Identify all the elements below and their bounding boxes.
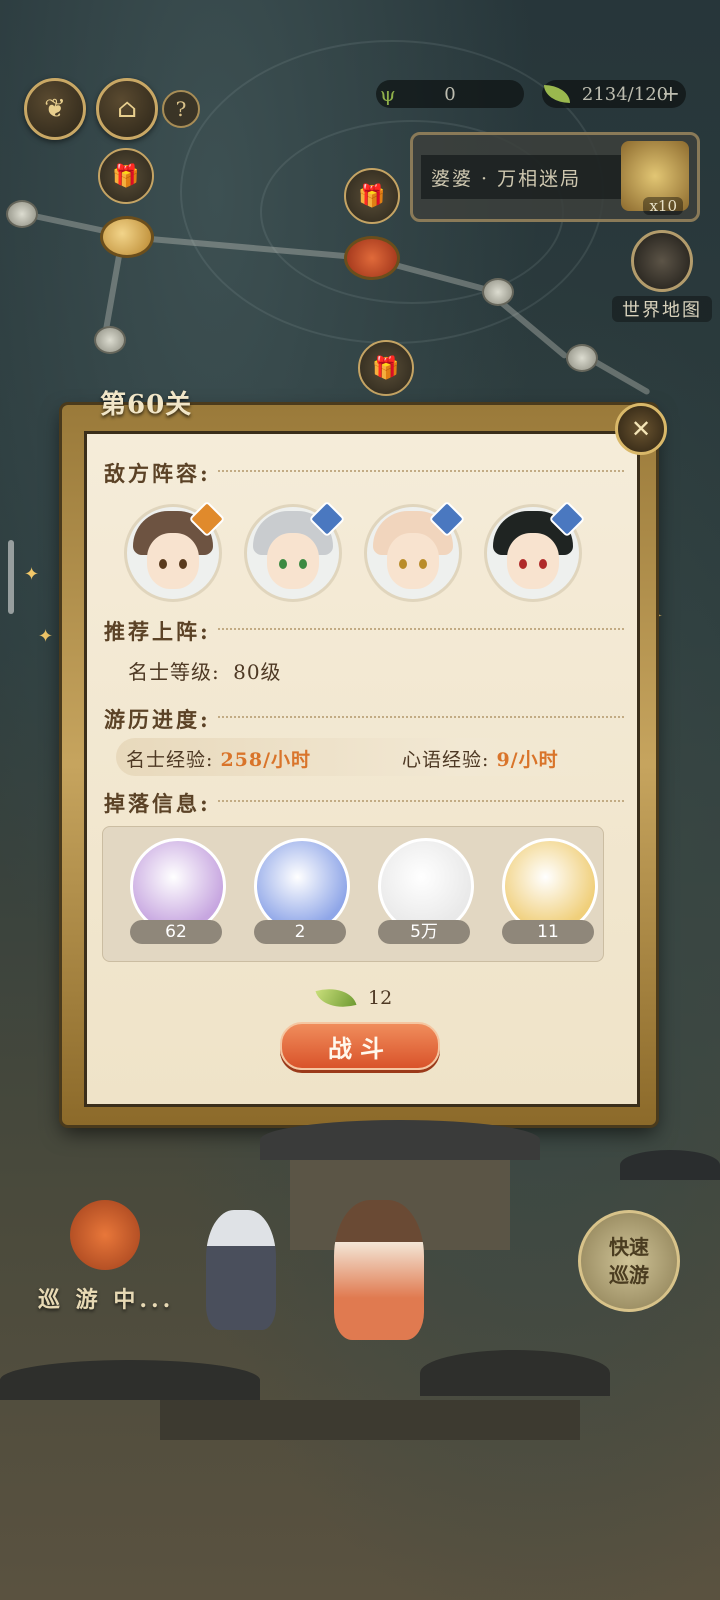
world-map-label: 世界地图 bbox=[612, 296, 712, 322]
drop-count: 62 bbox=[130, 920, 222, 944]
eye bbox=[179, 559, 187, 569]
drop-count: 11 bbox=[502, 920, 594, 944]
event-card[interactable]: 婆婆 · 万相迷局 x10 bbox=[410, 132, 700, 222]
recommended-level: 名士等级: 80级 bbox=[128, 656, 282, 685]
eye bbox=[279, 559, 287, 569]
building-roof bbox=[620, 1150, 720, 1180]
boss-node-icon[interactable] bbox=[344, 236, 400, 280]
divider bbox=[218, 716, 624, 718]
scholar-exp: 名士经验: 258/小时 bbox=[126, 745, 311, 772]
quick-tour-button[interactable]: 快速 巡游 bbox=[578, 1210, 680, 1312]
map-node bbox=[566, 344, 598, 372]
grass-icon: ψ bbox=[380, 82, 396, 106]
character-red-robe bbox=[334, 1200, 424, 1340]
drop-count: 5万 bbox=[378, 920, 470, 944]
divider bbox=[218, 628, 624, 630]
resource-bar-2: 2134/120 + bbox=[542, 80, 686, 108]
heart-exp-label: 心语经验: bbox=[402, 749, 490, 771]
scroll-indicator bbox=[8, 540, 14, 614]
heart-exp-value: 9/小时 bbox=[496, 749, 559, 771]
home-button[interactable]: ❦ bbox=[24, 78, 86, 140]
pavilion-button[interactable]: ⌂ bbox=[96, 78, 158, 140]
recommended-heading: 推荐上阵: bbox=[104, 619, 211, 644]
stamina-cost: 12 bbox=[315, 981, 393, 1015]
face bbox=[507, 533, 559, 589]
current-node-icon[interactable] bbox=[100, 216, 154, 258]
eye bbox=[419, 559, 427, 569]
building-roof bbox=[260, 1120, 540, 1160]
eye bbox=[299, 559, 307, 569]
sparkle-icon: ✦ bbox=[38, 626, 54, 647]
touring-status: 巡 游 中... bbox=[38, 1287, 175, 1313]
fight-button[interactable]: 战斗 bbox=[280, 1022, 440, 1070]
sparkle-icon: ✦ bbox=[24, 564, 40, 585]
leaf-icon bbox=[544, 85, 570, 103]
event-multiplier: x10 bbox=[643, 197, 683, 215]
scholar-exp-label: 名士经验: bbox=[126, 749, 214, 771]
event-title: 婆婆 · 万相迷局 bbox=[421, 155, 641, 199]
fox-creature bbox=[70, 1200, 140, 1270]
map-node bbox=[482, 278, 514, 306]
face bbox=[147, 533, 199, 589]
eye bbox=[519, 559, 527, 569]
heart-exp: 心语经验: 9/小时 bbox=[402, 745, 559, 772]
eye bbox=[159, 559, 167, 569]
character-silver-hair bbox=[206, 1210, 276, 1330]
map-node bbox=[6, 200, 38, 228]
resource-bar-1: ψ 0 bbox=[376, 80, 524, 108]
gift-node-button[interactable]: 🎁 bbox=[358, 340, 414, 396]
stamina-cost-value: 12 bbox=[368, 987, 393, 1009]
progress-heading: 游历进度: bbox=[104, 707, 211, 732]
close-button[interactable]: ✕ bbox=[615, 403, 667, 455]
eye bbox=[399, 559, 407, 569]
drops-heading: 掉落信息: bbox=[104, 791, 211, 816]
pavilion-icon: ⌂ bbox=[117, 94, 137, 124]
quick-tour-label-2: 巡游 bbox=[609, 1263, 649, 1287]
map-node bbox=[94, 326, 126, 354]
divider bbox=[218, 800, 624, 802]
level-value: 80级 bbox=[233, 660, 282, 684]
building-wall bbox=[160, 1400, 580, 1440]
divider bbox=[218, 470, 624, 472]
building-roof bbox=[0, 1360, 260, 1400]
leaf-icon: ❦ bbox=[44, 94, 66, 124]
world-map-icon bbox=[631, 230, 693, 292]
gift-node-button[interactable]: 🎁 bbox=[98, 148, 154, 204]
help-button[interactable]: ? bbox=[162, 90, 200, 128]
enemy-lineup-heading: 敌方阵容: bbox=[104, 461, 211, 486]
building-roof bbox=[420, 1350, 610, 1396]
drop-count: 2 bbox=[254, 920, 346, 944]
add-resource-button[interactable]: + bbox=[662, 82, 680, 107]
drop-item[interactable]: 11 bbox=[500, 838, 598, 944]
gift-node-button[interactable]: 🎁 bbox=[344, 168, 400, 224]
resource1-value: 0 bbox=[444, 83, 456, 105]
eye bbox=[539, 559, 547, 569]
quick-tour-label-1: 快速 bbox=[609, 1235, 649, 1259]
gift-icon: 🎁 bbox=[372, 355, 400, 381]
drop-item[interactable]: 62 bbox=[128, 838, 226, 944]
drop-item[interactable]: 2 bbox=[252, 838, 350, 944]
drop-item[interactable]: 5万 bbox=[376, 838, 474, 944]
scholar-exp-value: 258/小时 bbox=[220, 749, 312, 771]
resource2-value: 2134/120 bbox=[581, 83, 669, 105]
leaf-icon bbox=[315, 981, 357, 1015]
close-icon: ✕ bbox=[630, 415, 652, 443]
world-map-button[interactable]: 世界地图 bbox=[612, 230, 712, 322]
gift-icon: 🎁 bbox=[112, 163, 140, 189]
face bbox=[267, 533, 319, 589]
stage-title: 第60关 bbox=[100, 390, 193, 420]
face bbox=[387, 533, 439, 589]
gift-icon: 🎁 bbox=[358, 183, 386, 209]
level-label: 名士等级: bbox=[128, 660, 220, 684]
